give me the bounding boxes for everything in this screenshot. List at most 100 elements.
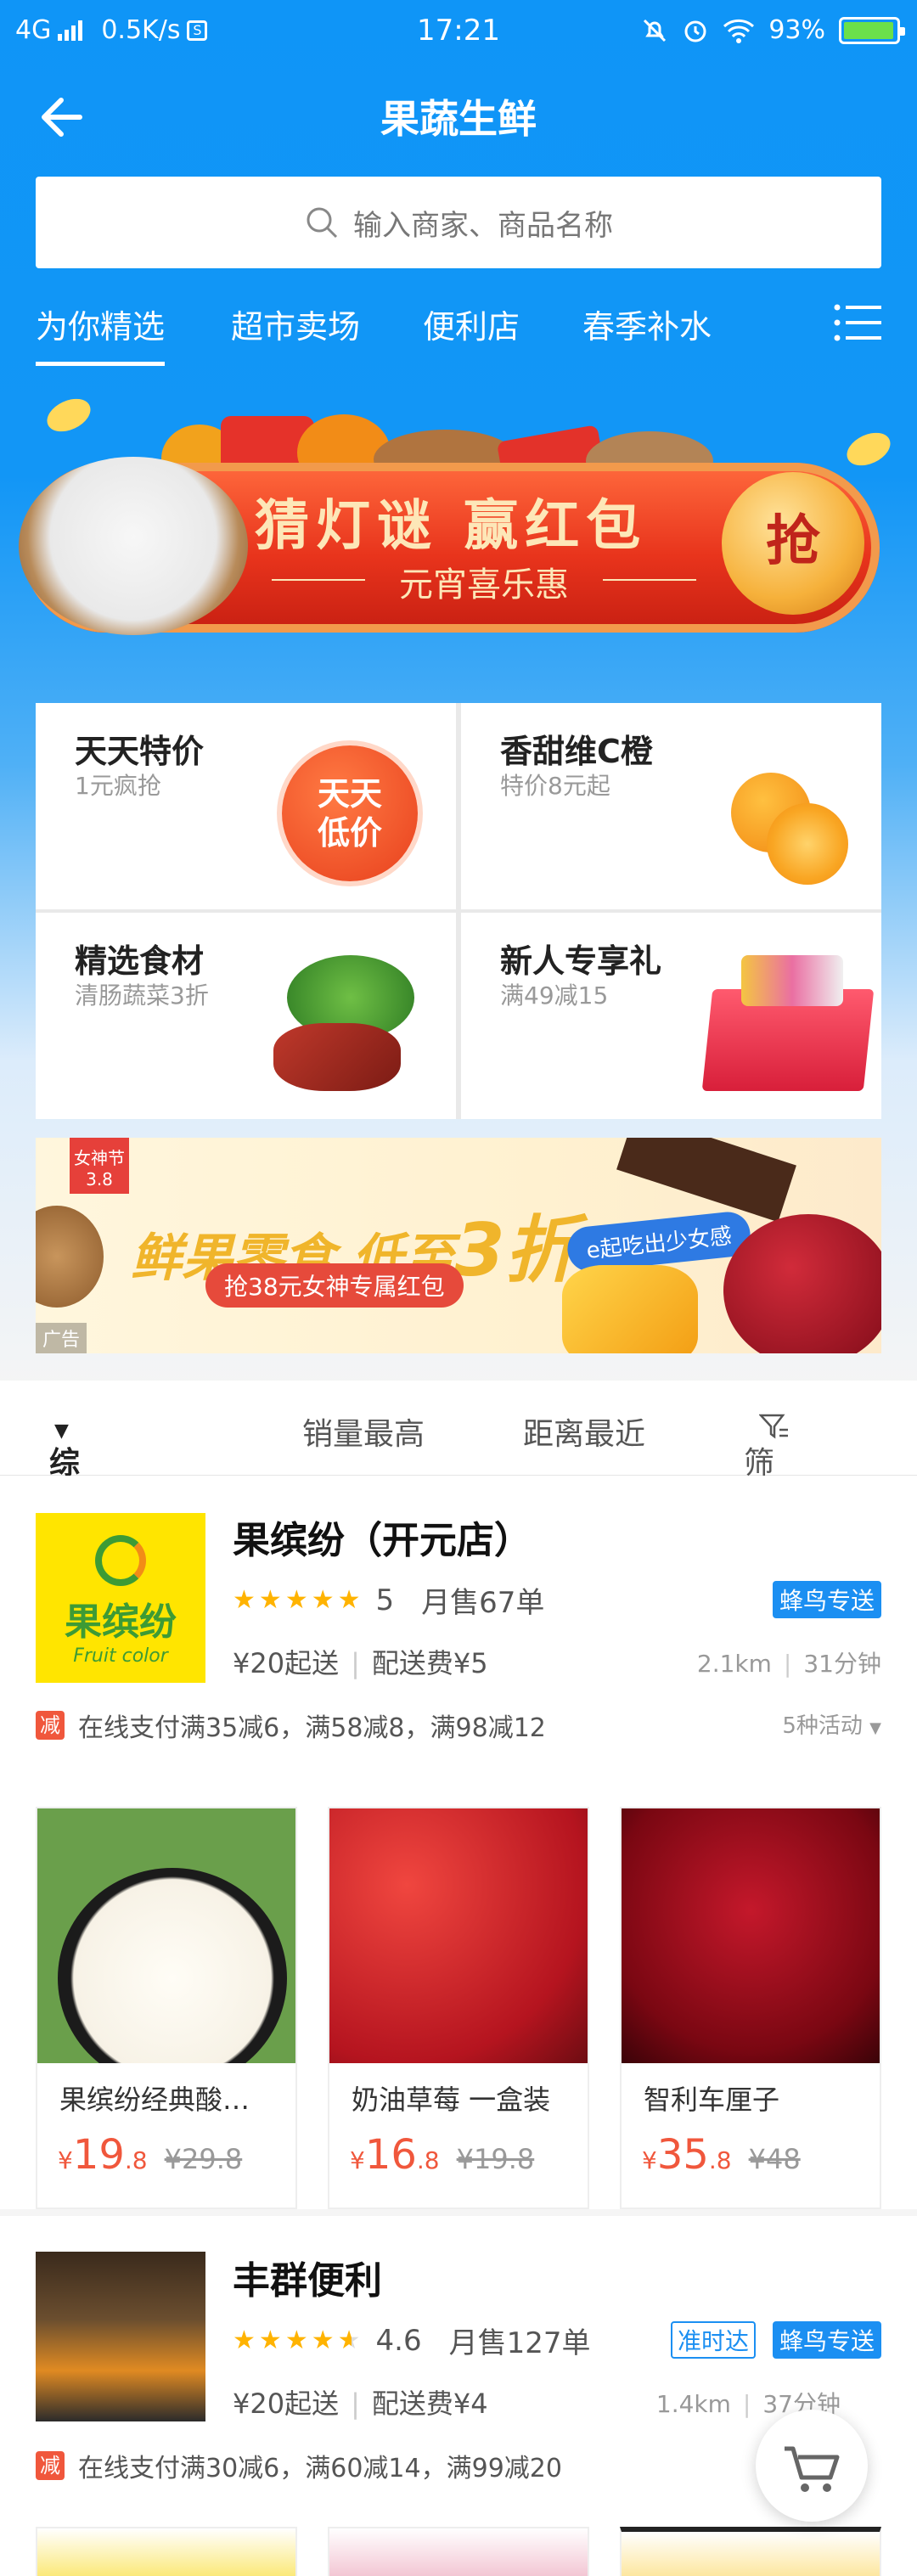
daily-low-price-badge: 天天 低价 [282,745,418,881]
grab-button[interactable]: 抢 [722,472,864,615]
promo-banner[interactable]: 猜灯谜 赢红包 元宵喜乐惠 抢 [0,391,917,679]
star-icon: ★ [284,1585,308,1615]
shop-logo [36,2252,205,2421]
card-subtitle: 清肠蔬菜3折 [75,981,209,1010]
product-image [37,1808,295,2063]
product-list [36,2527,881,2576]
sort-sales[interactable]: 销量最高 [302,1409,425,1454]
old-price: ¥19.8 [456,2143,535,2175]
star-icon: ★ [284,2326,308,2355]
star-icon: ★ [233,2326,256,2355]
rating-value: 5 [375,1583,395,1617]
card-daily-deals[interactable]: 天天特价 1元疯抢 天天 低价 [36,703,456,909]
tab-spring[interactable]: 春季补水 [582,301,712,347]
filter-button[interactable]: 筛选 [744,1409,790,1525]
tab-supermarket[interactable]: 超市卖场 [231,301,360,347]
delivery-badge: 蜂鸟专送 [772,1581,881,1618]
banner-subtitle: 元宵喜乐惠 [272,557,696,606]
nuts-image [36,1206,104,1308]
card-new-user-gift[interactable]: 新人专享礼 满49减15 [461,913,881,1119]
card-title: 精选食材 [75,942,205,980]
on-time-badge: 准时达 [670,2321,756,2359]
shop-rating: ★ ★ ★ ★ ★ 4.6 月售127单 [233,2320,591,2361]
cart-button[interactable] [756,2410,868,2522]
product-card[interactable]: 奶油草莓 一盒装 ¥16.8 ¥19.8 [328,1807,589,2209]
logo-text: 果缤纷 [65,1600,177,1644]
min-order: ¥20起送 [233,1647,340,1679]
ad-label: 广告 [36,1323,87,1353]
chocolate-image [616,1138,796,1223]
card-oranges[interactable]: 香甜维C橙 特价8元起 [461,703,881,909]
product-price: ¥16.8 ¥19.8 [350,2131,534,2179]
card-subtitle: 特价8元起 [500,772,610,800]
star-icon: ★ [337,1585,361,1615]
star-icon: ★ [311,1585,335,1615]
product-card[interactable] [620,2527,881,2576]
activities-label: 5种活动 [782,1713,863,1739]
search-input[interactable]: 输入商家、商品名称 [36,177,881,268]
product-name: 奶油草莓 一盒装 [352,2084,551,2116]
app-header: 果蔬生鲜 [0,76,917,153]
search-placeholder: 输入商家、商品名称 [353,208,613,243]
currency: ¥ [58,2146,73,2174]
status-bar: 4G 0.5K/s S 17:21 93% [0,0,917,61]
red-envelope-pill[interactable]: 抢38元女神专属红包 [205,1263,464,1308]
ad-banner[interactable]: 女神节 3.8 鲜果零食 低至3折 抢38元女神专属红包 e起吃出少女感 广告 [36,1138,881,1353]
product-price: ¥35.8 ¥48 [642,2131,801,2179]
star-half-icon: ★ [337,2326,361,2355]
shop-name: 果缤纷（开元店） [233,1519,532,1562]
tag-sub: 3.8 [86,1169,113,1190]
yogurt-bowl-image [58,1868,287,2063]
promo-text: 在线支付满30减6，满60减14，满99减20 [78,2454,562,2483]
badge-line-1: 天天 [317,775,382,813]
product-image [329,1808,588,2063]
discount-tag-icon: 减 [36,2451,65,2480]
card-ingredients[interactable]: 精选食材 清肠蔬菜3折 [36,913,456,1119]
meat-image [273,1023,401,1091]
discount-tag-icon: 减 [36,1711,65,1740]
search-icon [307,207,338,239]
sort-distance[interactable]: 距离最近 [523,1409,645,1454]
product-price: ¥19.8 ¥29.8 [58,2131,242,2179]
shop-delivery-info: ¥20起送 | 配送费¥5 [233,1642,488,1681]
divider: | [351,2388,360,2420]
price-dec: .8 [708,2146,732,2174]
tangyuan-bowl-image [19,457,248,635]
product-card[interactable]: 智利车厘子 ¥35.8 ¥48 [620,1807,881,2209]
shop-delivery-info: ¥20起送 | 配送费¥4 [233,2382,488,2421]
card-subtitle: 满49减15 [500,981,609,1010]
shop-logo: 果缤纷 Fruit color [36,1513,205,1683]
old-price: ¥29.8 [164,2143,243,2175]
price-dec: .8 [416,2146,440,2174]
sort-comprehensive[interactable]: 综合排序 ▼ [49,1409,80,1613]
currency: ¥ [642,2146,657,2174]
shop-name: 丰群便利 [233,2259,382,2303]
sort-bar: 综合排序 ▼ 销量最高 距离最近 筛选 [0,1381,917,1613]
product-card[interactable]: 果缤纷经典酸… ¥19.8 ¥29.8 [36,1807,297,2209]
tab-picks[interactable]: 为你精选 [36,301,166,366]
caret-down-icon: ▼ [869,1719,881,1737]
ad-headline-big: 3折 [453,1208,578,1293]
product-card[interactable] [36,2527,297,2576]
price-int: 19 [72,2131,125,2179]
orange-slice-image [767,803,848,885]
tab-convenience[interactable]: 便利店 [423,301,520,347]
menu-list-icon[interactable] [834,304,881,341]
delivery-fee: 配送费¥5 [371,1647,488,1679]
page-title: 果蔬生鲜 [380,96,537,142]
product-card[interactable] [328,2527,589,2576]
banner-title: 猜灯谜 赢红包 [255,495,648,558]
product-name: 智利车厘子 [644,2084,780,2116]
shop-promo: 减在线支付满35减6，满58减8，满98减12 [36,1707,546,1744]
battery-percent: 93% [768,15,825,45]
product-list: 果缤纷经典酸… ¥19.8 ¥29.8 奶油草莓 一盒装 ¥16.8 ¥19.8 智… [36,1807,881,2209]
mango-image [562,1265,698,1353]
shop-card[interactable]: 果缤纷 Fruit color 果缤纷（开元店） ★ ★ ★ ★ ★ 5 月售67单 蜂… [0,1476,917,2209]
activities-toggle[interactable]: 5种活动 ▼ [782,1708,881,1740]
star-icon: ★ [258,1585,282,1615]
shop-promo: 减在线支付满30减6，满60减14，满99减20 [36,2447,562,2484]
womens-day-tag: 女神节 3.8 [70,1138,129,1194]
shop-card[interactable]: 丰群便利 ★ ★ ★ ★ ★ 4.6 月售127单 准时达 蜂鸟专送 ¥20起送 | 配送费… [0,2216,917,2576]
slogan-pill: e起吃出少女感 [565,1209,753,1274]
delivery-fee: 配送费¥4 [371,2388,488,2420]
